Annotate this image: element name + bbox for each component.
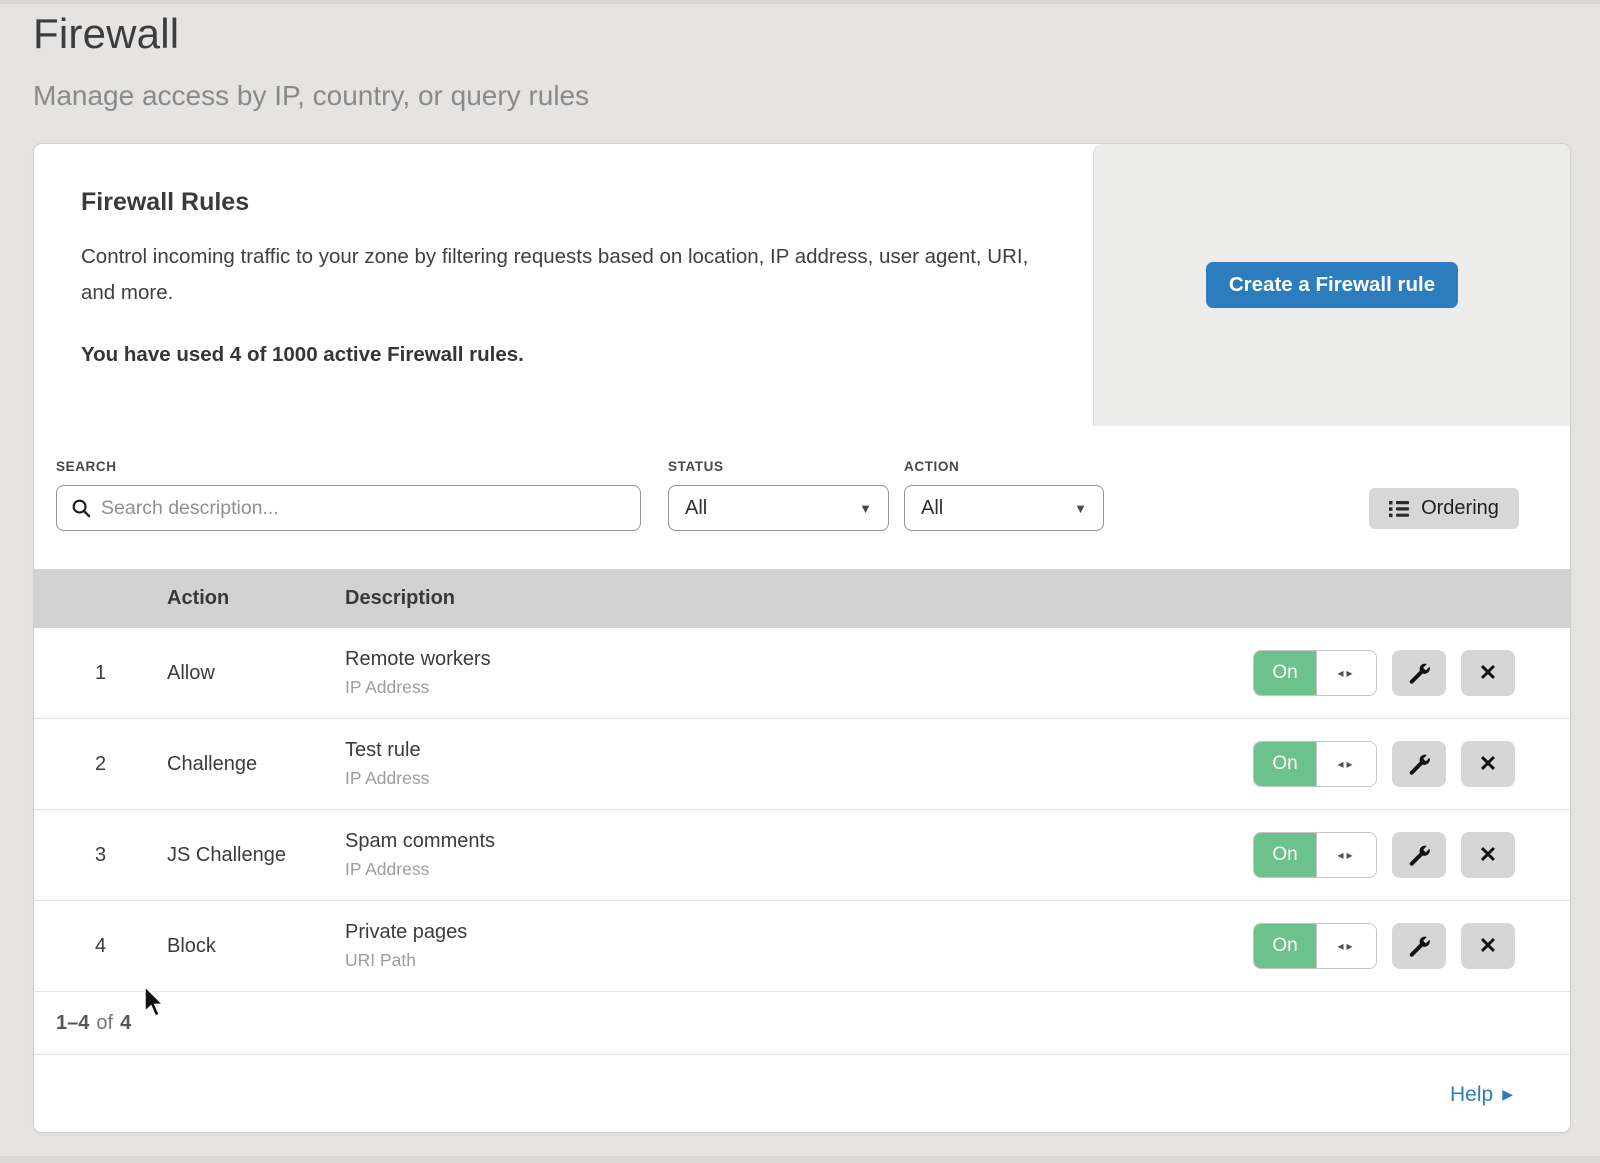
- window-bottom-edge: [0, 1156, 1600, 1163]
- toggle-on-label: On: [1254, 924, 1316, 968]
- rule-description: Spam comments: [345, 830, 1253, 853]
- table-row: 3 JS Challenge Spam comments IP Address …: [34, 810, 1570, 901]
- pagination-of: of: [96, 1012, 113, 1035]
- status-dropdown-value: All: [685, 497, 707, 520]
- table-row: 2 Challenge Test rule IP Address On ◂▸ ✕: [34, 719, 1570, 810]
- description-column-header: Description: [345, 587, 1570, 610]
- ordered-list-icon: [1389, 500, 1411, 518]
- toggle-arrows-icon: ◂▸: [1316, 924, 1376, 968]
- chevron-down-icon: ▼: [859, 501, 872, 516]
- page-header: Firewall Manage access by IP, country, o…: [33, 10, 589, 112]
- create-firewall-rule-button[interactable]: Create a Firewall rule: [1206, 262, 1458, 308]
- delete-rule-button[interactable]: ✕: [1461, 832, 1515, 878]
- rule-action: Block: [167, 935, 345, 958]
- pagination-range: 1–4: [56, 1012, 89, 1035]
- table-row: 4 Block Private pages URI Path On ◂▸ ✕: [34, 901, 1570, 992]
- page-title: Firewall: [33, 10, 589, 58]
- pagination: 1–4 of 4: [34, 992, 1570, 1055]
- rule-priority: 2: [34, 753, 167, 776]
- edit-rule-button[interactable]: [1392, 832, 1446, 878]
- rule-description: Test rule: [345, 739, 1253, 762]
- help-row: Help ▶: [34, 1055, 1570, 1133]
- search-input[interactable]: [101, 497, 628, 520]
- filter-bar: SEARCH STATUS All ▼ ACTION All ▼: [34, 426, 1570, 569]
- help-link[interactable]: Help ▶: [1450, 1083, 1513, 1107]
- rule-description-cell: Spam comments IP Address: [345, 830, 1253, 880]
- page-subtitle: Manage access by IP, country, or query r…: [33, 80, 589, 112]
- rule-action: Allow: [167, 662, 345, 685]
- action-dropdown[interactable]: All ▼: [904, 485, 1104, 531]
- wrench-icon: [1409, 845, 1430, 866]
- pagination-total: 4: [120, 1012, 131, 1035]
- card-title: Firewall Rules: [81, 188, 1053, 217]
- rule-match-type: URI Path: [345, 950, 1253, 971]
- status-dropdown[interactable]: All ▼: [668, 485, 889, 531]
- rule-controls: On ◂▸ ✕: [1253, 650, 1515, 696]
- wrench-icon: [1409, 663, 1430, 684]
- delete-rule-button[interactable]: ✕: [1461, 741, 1515, 787]
- ordering-button[interactable]: Ordering: [1369, 488, 1519, 529]
- firewall-rules-card: Firewall Rules Control incoming traffic …: [33, 143, 1571, 1133]
- edit-rule-button[interactable]: [1392, 923, 1446, 969]
- rule-priority: 3: [34, 844, 167, 867]
- delete-rule-button[interactable]: ✕: [1461, 923, 1515, 969]
- edit-rule-button[interactable]: [1392, 741, 1446, 787]
- create-rule-panel: Create a Firewall rule: [1093, 144, 1570, 426]
- close-icon: ✕: [1479, 751, 1497, 777]
- intro-text-panel: Firewall Rules Control incoming traffic …: [34, 144, 1093, 426]
- rule-description-cell: Test rule IP Address: [345, 739, 1253, 789]
- rule-match-type: IP Address: [345, 677, 1253, 698]
- rule-controls: On ◂▸ ✕: [1253, 923, 1515, 969]
- toggle-arrows-icon: ◂▸: [1316, 742, 1376, 786]
- rule-enabled-toggle[interactable]: On ◂▸: [1253, 650, 1377, 696]
- search-label: SEARCH: [56, 459, 117, 474]
- rule-description: Remote workers: [345, 648, 1253, 671]
- action-label: ACTION: [904, 459, 959, 474]
- close-icon: ✕: [1479, 660, 1497, 686]
- rules-usage-text: You have used 4 of 1000 active Firewall …: [81, 343, 1053, 367]
- rule-controls: On ◂▸ ✕: [1253, 832, 1515, 878]
- rule-match-type: IP Address: [345, 768, 1253, 789]
- rule-controls: On ◂▸ ✕: [1253, 741, 1515, 787]
- rule-description-cell: Remote workers IP Address: [345, 648, 1253, 698]
- action-dropdown-value: All: [921, 497, 943, 520]
- table-header-row: Action Description: [34, 569, 1570, 628]
- table-row: 1 Allow Remote workers IP Address On ◂▸ …: [34, 628, 1570, 719]
- rule-enabled-toggle[interactable]: On ◂▸: [1253, 832, 1377, 878]
- toggle-arrows-icon: ◂▸: [1316, 833, 1376, 877]
- card-description: Control incoming traffic to your zone by…: [81, 239, 1031, 311]
- rule-action: Challenge: [167, 753, 345, 776]
- help-link-label: Help: [1450, 1083, 1493, 1107]
- arrow-right-icon: ▶: [1502, 1086, 1513, 1103]
- close-icon: ✕: [1479, 842, 1497, 868]
- rule-enabled-toggle[interactable]: On ◂▸: [1253, 741, 1377, 787]
- close-icon: ✕: [1479, 933, 1497, 959]
- rule-enabled-toggle[interactable]: On ◂▸: [1253, 923, 1377, 969]
- rule-description: Private pages: [345, 921, 1253, 944]
- search-field[interactable]: [56, 485, 641, 531]
- toggle-on-label: On: [1254, 651, 1316, 695]
- window-top-edge: [0, 0, 1600, 4]
- search-icon: [71, 498, 92, 519]
- toggle-on-label: On: [1254, 833, 1316, 877]
- status-label: STATUS: [668, 459, 724, 474]
- edit-rule-button[interactable]: [1392, 650, 1446, 696]
- rule-match-type: IP Address: [345, 859, 1253, 880]
- rule-description-cell: Private pages URI Path: [345, 921, 1253, 971]
- chevron-down-icon: ▼: [1074, 501, 1087, 516]
- ordering-button-label: Ordering: [1421, 497, 1499, 520]
- rules-table: Action Description 1 Allow Remote worker…: [34, 569, 1570, 1133]
- rule-priority: 4: [34, 935, 167, 958]
- toggle-arrows-icon: ◂▸: [1316, 651, 1376, 695]
- rule-action: JS Challenge: [167, 844, 345, 867]
- delete-rule-button[interactable]: ✕: [1461, 650, 1515, 696]
- wrench-icon: [1409, 936, 1430, 957]
- rule-priority: 1: [34, 662, 167, 685]
- action-column-header: Action: [167, 587, 345, 610]
- toggle-on-label: On: [1254, 742, 1316, 786]
- wrench-icon: [1409, 754, 1430, 775]
- intro-section: Firewall Rules Control incoming traffic …: [34, 144, 1570, 426]
